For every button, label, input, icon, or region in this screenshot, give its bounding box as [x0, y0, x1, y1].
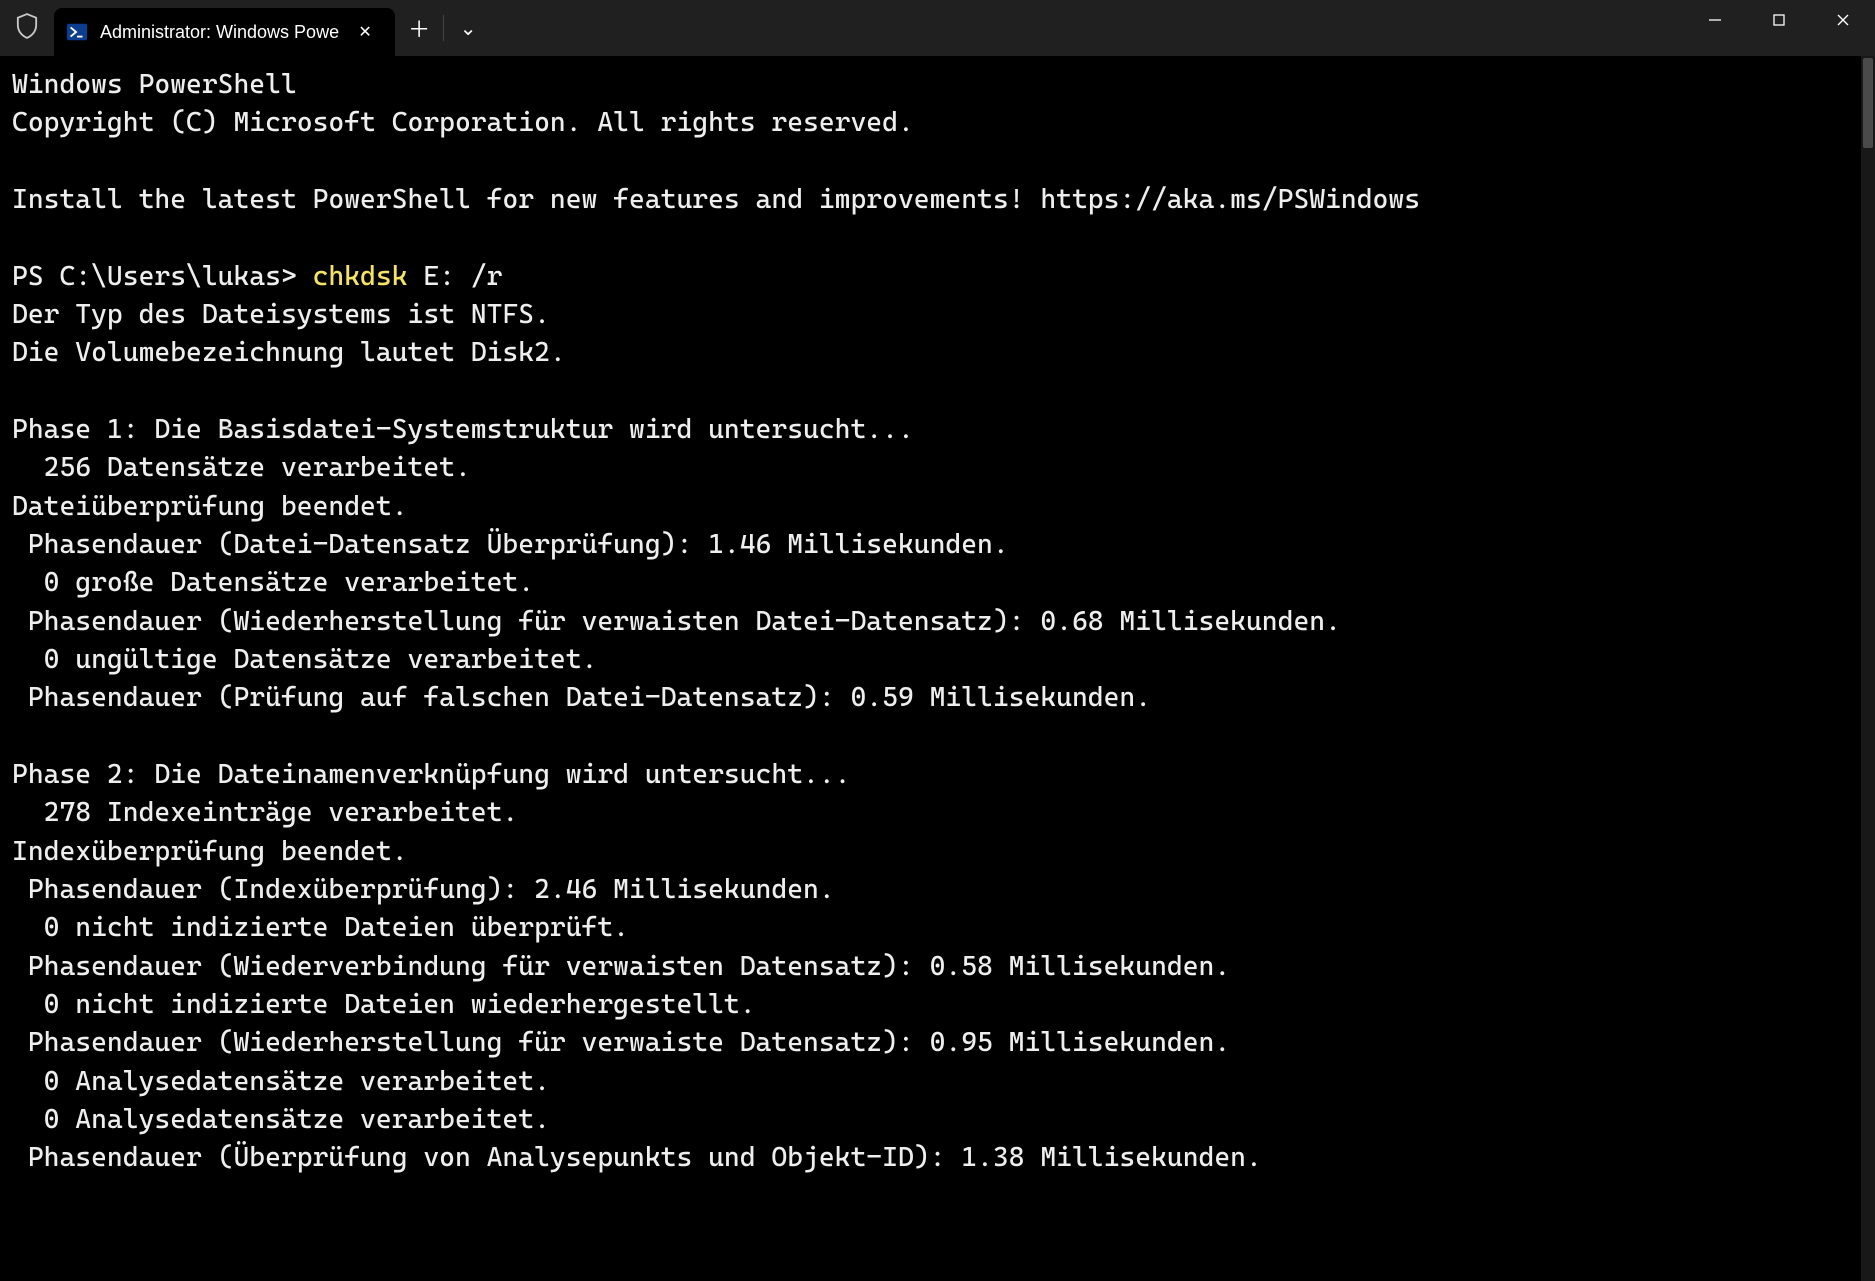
- terminal-line: Copyright (C) Microsoft Corporation. All…: [12, 104, 1863, 142]
- terminal-line: 0 nicht indizierte Dateien wiederhergest…: [12, 986, 1863, 1024]
- titlebar: Administrator: Windows Powe ✕ ＋ ⌄: [0, 0, 1875, 56]
- active-tab[interactable]: Administrator: Windows Powe ✕: [54, 8, 395, 56]
- terminal-line: 0 ungültige Datensätze verarbeitet.: [12, 641, 1863, 679]
- terminal-line: [12, 143, 1863, 181]
- terminal-line: Dateiüberprüfung beendet.: [12, 488, 1863, 526]
- terminal-line: Phasendauer (Überprüfung von Analysepunk…: [12, 1139, 1863, 1177]
- maximize-button[interactable]: [1747, 0, 1811, 40]
- terminal-line: [12, 373, 1863, 411]
- terminal-line: 0 Analysedatensätze verarbeitet.: [12, 1101, 1863, 1139]
- window-controls: [1683, 0, 1875, 56]
- terminal-line: 0 nicht indizierte Dateien überprüft.: [12, 909, 1863, 947]
- terminal-line: Phasendauer (Wiederherstellung für verwa…: [12, 1024, 1863, 1062]
- terminal-line: Indexüberprüfung beendet.: [12, 833, 1863, 871]
- terminal-line: 278 Indexeinträge verarbeitet.: [12, 794, 1863, 832]
- terminal-line: Install the latest PowerShell for new fe…: [12, 181, 1863, 219]
- admin-shield-wrap: [0, 0, 54, 56]
- terminal-line: [12, 718, 1863, 756]
- scrollbar-thumb[interactable]: [1863, 58, 1873, 148]
- terminal-line: 0 große Datensätze verarbeitet.: [12, 564, 1863, 602]
- terminal-line: 0 Analysedatensätze verarbeitet.: [12, 1063, 1863, 1101]
- close-icon: [1836, 13, 1850, 27]
- tab-dropdown-button[interactable]: ⌄: [444, 0, 492, 56]
- new-tab-button[interactable]: ＋: [395, 0, 443, 56]
- terminal-line: Phasendauer (Wiederverbindung für verwai…: [12, 948, 1863, 986]
- terminal-line: Die Volumebezeichnung lautet Disk2.: [12, 334, 1863, 372]
- tab-close-button[interactable]: ✕: [351, 18, 379, 46]
- powershell-icon: [66, 21, 88, 43]
- terminal-line: Phasendauer (Prüfung auf falschen Datei-…: [12, 679, 1863, 717]
- minimize-icon: [1708, 13, 1722, 27]
- terminal-line: Phasendauer (Wiederherstellung für verwa…: [12, 603, 1863, 641]
- scrollbar-track[interactable]: [1861, 56, 1875, 1281]
- terminal-line: Windows PowerShell: [12, 66, 1863, 104]
- shield-icon: [16, 13, 38, 44]
- terminal-line: Der Typ des Dateisystems ist NTFS.: [12, 296, 1863, 334]
- close-icon: ✕: [358, 22, 371, 42]
- close-window-button[interactable]: [1811, 0, 1875, 40]
- terminal-line: Phase 1: Die Basisdatei-Systemstruktur w…: [12, 411, 1863, 449]
- terminal-area: Windows PowerShellCopyright (C) Microsof…: [0, 56, 1875, 1281]
- tab-title: Administrator: Windows Powe: [100, 22, 339, 43]
- terminal-line: Phasendauer (Indexüberprüfung): 2.46 Mil…: [12, 871, 1863, 909]
- command-name: chkdsk: [313, 261, 408, 292]
- command-args: E: /r: [408, 261, 503, 292]
- minimize-button[interactable]: [1683, 0, 1747, 40]
- prompt-prefix: PS C:\Users\lukas>: [12, 261, 313, 292]
- plus-icon: ＋: [408, 12, 430, 44]
- chevron-down-icon: ⌄: [460, 16, 477, 41]
- maximize-icon: [1772, 13, 1786, 27]
- prompt-line: PS C:\Users\lukas> chkdsk E: /r: [12, 258, 1863, 296]
- terminal-line: [12, 219, 1863, 257]
- titlebar-drag-region[interactable]: [492, 0, 1683, 56]
- terminal-line: Phase 2: Die Dateinamenverknüpfung wird …: [12, 756, 1863, 794]
- terminal-output[interactable]: Windows PowerShellCopyright (C) Microsof…: [0, 56, 1875, 1281]
- terminal-line: Phasendauer (Datei-Datensatz Überprüfung…: [12, 526, 1863, 564]
- terminal-line: 256 Datensätze verarbeitet.: [12, 449, 1863, 487]
